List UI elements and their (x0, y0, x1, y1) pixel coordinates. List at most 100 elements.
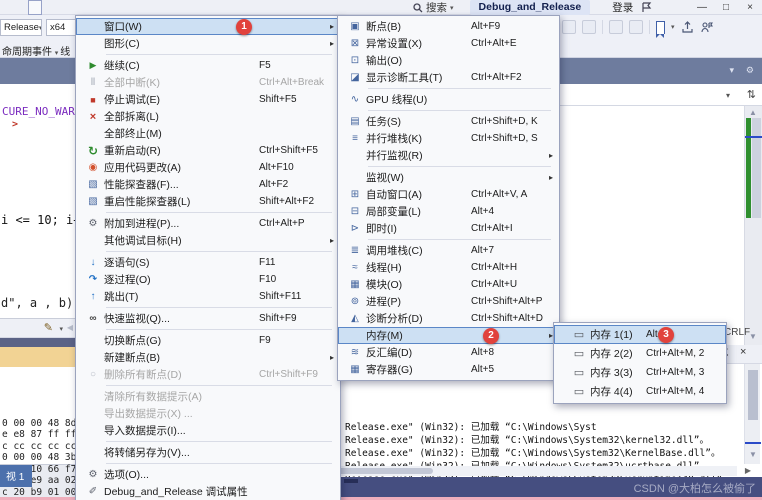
close-button[interactable]: × (738, 0, 762, 15)
menu-item[interactable]: ◭ 诊断分析(D) Ctrl+Shift+Alt+D (338, 310, 559, 327)
menu-item[interactable]: ○ 删除所有断点(D) Ctrl+Shift+F9 (76, 366, 340, 383)
menu-item[interactable]: ↑ 跳出(T) Shift+F11 (76, 288, 340, 305)
menu-item[interactable]: ∿ GPU 线程(U) (338, 91, 559, 108)
menu-item[interactable]: 将转储另存为(V)... (76, 444, 340, 461)
chevron-down-icon[interactable]: ▾ (729, 65, 734, 76)
menu-item[interactable]: 新建断点(B) ▸ (76, 349, 340, 366)
scroll-down-icon[interactable]: ▼ (749, 332, 757, 341)
menu-item[interactable]: ‖ 全部中断(K) Ctrl+Alt+Break (76, 74, 340, 91)
lifecycle-events-dropdown[interactable]: 命周期事件 ▾ 线 (2, 43, 70, 58)
search-control[interactable]: 搜索 ▾ (413, 0, 454, 15)
split-window-icon[interactable]: ⇅ (747, 88, 756, 101)
menu-item[interactable]: 清除所有数据提示(A) (76, 388, 340, 405)
menu-item-label: 局部变量(L) (366, 206, 421, 218)
line-ending-indicator[interactable]: CRLF (724, 327, 750, 338)
change-tracking-strip (746, 118, 751, 218)
menu-item[interactable]: ▧ 重启性能探查器(L) Shift+Alt+F2 (76, 193, 340, 210)
gear-icon[interactable]: ⚙ (746, 65, 754, 76)
panel-tab[interactable] (344, 479, 358, 483)
sign-in-link[interactable]: 登录 (612, 0, 633, 15)
menubar-item[interactable] (14, 0, 28, 15)
menu-item[interactable]: ■ 停止调试(E) Shift+F5 (76, 91, 340, 108)
menu-item[interactable]: ▭ 内存 4(4) Ctrl+Alt+M, 4 (554, 382, 726, 401)
menu-item[interactable]: ⊞ 自动窗口(A) Ctrl+Alt+V, A (338, 186, 559, 203)
menu-item[interactable]: ▭ 内存 2(2) Ctrl+Alt+M, 2 (554, 344, 726, 363)
menu-item[interactable]: 内存(M) ▸ 2 (338, 327, 559, 344)
menubar-item[interactable] (42, 0, 56, 15)
menu-item[interactable]: ▣ 断点(B) Alt+F9 (338, 18, 559, 35)
menu-item[interactable]: ⚙ 选项(O)... (76, 466, 340, 483)
menu-item[interactable]: ≈ 线程(H) Ctrl+Alt+H (338, 259, 559, 276)
comment-icon[interactable] (609, 20, 623, 34)
menu-item-shortcut: Ctrl+Alt+P (259, 218, 305, 229)
menubar-item[interactable] (84, 0, 98, 15)
menu-item[interactable]: ⚙ 附加到进程(P)... Ctrl+Alt+P (76, 215, 340, 232)
menu-item[interactable]: 监视(W) ▸ (338, 169, 559, 186)
edit-pen-icon[interactable]: ✎ (44, 321, 53, 334)
scrollbar-thumb[interactable] (748, 370, 758, 420)
feedback-icon[interactable] (641, 2, 652, 13)
menubar-item[interactable] (70, 0, 84, 15)
menu-item[interactable]: ≋ 反汇编(D) Alt+8 (338, 344, 559, 361)
menu-item[interactable]: 其他调试目标(H) ▸ (76, 232, 340, 249)
menu-item[interactable]: ∞ 快速监视(Q)... Shift+F9 (76, 310, 340, 327)
menu-item[interactable]: ↻ 重新启动(R) Ctrl+Shift+F5 (76, 142, 340, 159)
menubar-item[interactable] (56, 0, 70, 15)
menu-item[interactable]: ✐ Debug_and_Release 调试属性 (76, 483, 340, 500)
menu-item[interactable]: ⊚ 进程(P) Ctrl+Shift+Alt+P (338, 293, 559, 310)
chevron-down-icon[interactable]: ▾ (59, 325, 63, 333)
diagnostic-tools-icon: ◪ (350, 72, 360, 83)
menu-item[interactable]: ▭ 内存 3(3) Ctrl+Alt+M, 3 (554, 363, 726, 382)
maximize-button[interactable]: □ (714, 0, 738, 15)
menu-item[interactable]: ▭ 内存 1(1) Alt+6 3 (554, 325, 726, 344)
menu-item[interactable]: ⊠ 异常设置(X) Ctrl+Alt+E (338, 35, 559, 52)
menu-item[interactable]: ⊳ 即时(I) Ctrl+Alt+I (338, 220, 559, 237)
watch-tab[interactable]: 视 1 (0, 465, 33, 487)
menu-item[interactable]: ▶ 继续(C) F5 (76, 57, 340, 74)
menubar-item[interactable] (112, 0, 126, 15)
annotation-badge: 2 (483, 327, 499, 344)
menu-item[interactable]: 全部终止(M) (76, 125, 340, 142)
menu-item[interactable]: 导出数据提示(X) ... (76, 405, 340, 422)
menu-item[interactable]: ↷ 逐过程(O) F10 (76, 271, 340, 288)
navigate-back-icon[interactable] (562, 20, 576, 34)
menu-item[interactable]: 窗口(W) ▸ 1 (76, 18, 340, 35)
send-feedback-icon[interactable] (700, 21, 713, 34)
menubar-item[interactable] (28, 0, 42, 15)
menu-item[interactable]: 切换断点(G) F9 (76, 332, 340, 349)
menubar-item[interactable] (0, 0, 14, 15)
menu-item[interactable]: ▦ 寄存器(G) Alt+5 (338, 361, 559, 378)
menu-item[interactable]: ◉ 应用代码更改(A) Alt+F10 (76, 159, 340, 176)
menu-item[interactable]: ↓ 逐语句(S) F11 (76, 254, 340, 271)
bookmark-icon[interactable] (655, 20, 665, 38)
menu-item[interactable]: × 全部拆离(L) (76, 108, 340, 125)
menu-item[interactable]: ⊟ 局部变量(L) Alt+4 (338, 203, 559, 220)
scroll-down-icon[interactable]: ▼ (749, 450, 757, 459)
menu-item[interactable]: ▦ 模块(O) Ctrl+Alt+U (338, 276, 559, 293)
scroll-left-icon[interactable]: ◀ (67, 323, 73, 332)
navigate-forward-icon[interactable] (582, 20, 596, 34)
editor-vertical-scrollbar[interactable]: ▲ ▼ (744, 106, 762, 345)
scrollbar-thumb[interactable] (752, 118, 761, 218)
menu-item[interactable]: ▤ 任务(S) Ctrl+Shift+D, K (338, 113, 559, 130)
memory-hex-view[interactable]: 0 00 00 48 8d e e8 87 ff ff c cc cc cc cc 0… (0, 383, 76, 498)
minimize-button[interactable]: — (690, 0, 714, 15)
menu-item[interactable]: 图形(C) ▸ (76, 35, 340, 52)
scroll-up-icon[interactable]: ▲ (749, 108, 757, 117)
menu-item[interactable]: ≡ 并行堆栈(K) Ctrl+Shift+D, S (338, 130, 559, 147)
menubar-item[interactable] (98, 0, 112, 15)
menu-item[interactable]: ≣ 调用堆栈(C) Alt+7 (338, 242, 559, 259)
menu-item[interactable]: ⊡ 输出(O) (338, 52, 559, 69)
close-icon[interactable]: × (740, 346, 746, 358)
output-vertical-scrollbar[interactable]: ▼ (744, 364, 761, 464)
chevron-down-icon[interactable]: ▾ (726, 91, 730, 100)
uncomment-icon[interactable] (629, 20, 643, 34)
menu-item[interactable]: 导入数据提示(I)... (76, 422, 340, 439)
menu-item[interactable]: 并行监视(R) ▸ (338, 147, 559, 164)
scroll-right-icon[interactable]: ▶ (745, 466, 751, 475)
configuration-dropdown[interactable]: Release▾ (0, 19, 42, 36)
share-icon[interactable] (681, 20, 694, 34)
menu-item[interactable]: ▧ 性能探查器(F)... Alt+F2 (76, 176, 340, 193)
chevron-down-icon[interactable]: ▾ (671, 23, 675, 31)
menu-item[interactable]: ◪ 显示诊断工具(T) Ctrl+Alt+F2 (338, 69, 559, 86)
